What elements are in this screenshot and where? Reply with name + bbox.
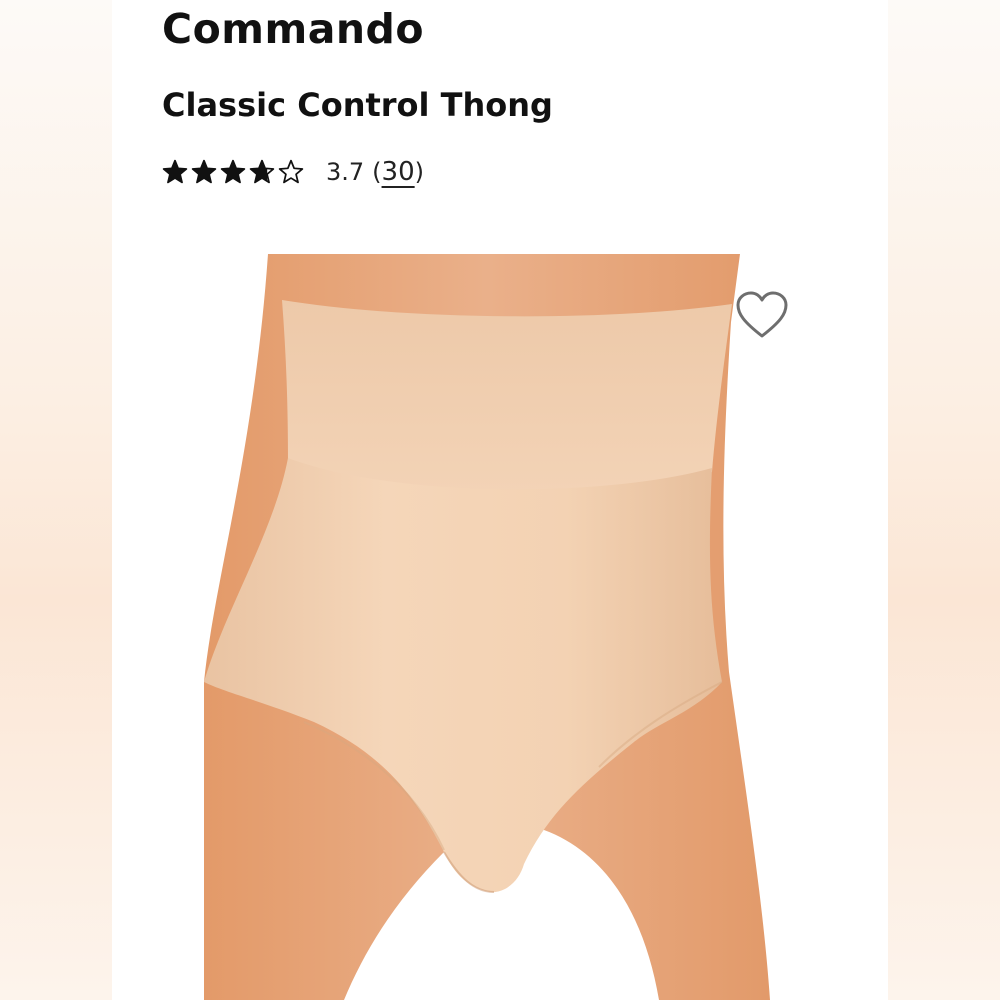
- star-filled-icon: [220, 159, 246, 184]
- rating-value: 3.7: [326, 158, 365, 186]
- star-empty-icon: [278, 159, 304, 184]
- rating-row: 3.7 ( 30 ): [162, 152, 424, 192]
- brand-name[interactable]: Commando: [162, 0, 424, 58]
- wishlist-heart-icon[interactable]: [734, 290, 790, 342]
- review-count-link[interactable]: 30: [382, 152, 415, 192]
- review-close-paren: ): [414, 158, 425, 186]
- right-blur-panel: [888, 0, 1000, 1000]
- product-card: Commando Classic Control Thong 3.7 ( 30 …: [112, 0, 888, 1000]
- product-image[interactable]: [204, 252, 794, 1000]
- star-rating: [162, 159, 304, 185]
- star-partial-icon: [249, 159, 275, 184]
- star-filled-icon: [162, 159, 188, 184]
- review-open-paren: (: [372, 158, 382, 186]
- left-blur-panel: [0, 0, 112, 1000]
- star-filled-icon: [191, 159, 217, 184]
- product-title: Classic Control Thong: [162, 86, 553, 124]
